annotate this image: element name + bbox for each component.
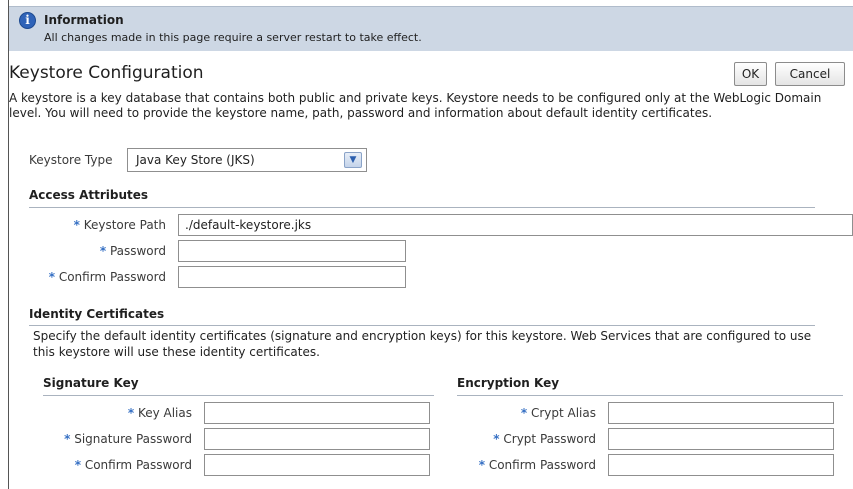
keystore-type-select[interactable]: Java Key Store (JKS) ▼ xyxy=(127,148,367,172)
key-alias-label: * Key Alias xyxy=(127,406,192,420)
confirm-password-input[interactable] xyxy=(178,266,406,288)
signature-confirm-password-input[interactable] xyxy=(204,454,430,476)
info-banner: i Information All changes made in this p… xyxy=(9,6,853,51)
password-label: * Password xyxy=(99,244,166,258)
signature-password-label: * Signature Password xyxy=(64,432,192,446)
password-input[interactable] xyxy=(178,240,406,262)
encryption-key-divider xyxy=(457,395,843,396)
signature-confirm-password-label: * Confirm Password xyxy=(74,458,192,472)
crypt-password-label: * Crypt Password xyxy=(493,432,596,446)
signature-password-input[interactable] xyxy=(204,428,430,450)
identity-certificates-heading: Identity Certificates xyxy=(29,307,165,321)
info-icon: i xyxy=(19,12,36,29)
required-marker: * xyxy=(48,270,55,284)
ok-button[interactable]: OK xyxy=(734,62,767,86)
page-title: Keystore Configuration xyxy=(9,63,204,83)
access-attributes-heading: Access Attributes xyxy=(29,188,149,202)
signature-key-heading: Signature Key xyxy=(43,376,139,390)
required-marker: * xyxy=(74,458,81,472)
keystore-path-label: * Keystore Path xyxy=(73,218,166,232)
required-marker: * xyxy=(99,244,107,258)
keystore-type-value: Java Key Store (JKS) xyxy=(136,153,255,167)
page-description: A keystore is a key database that contai… xyxy=(9,91,822,120)
key-alias-input[interactable] xyxy=(204,402,430,424)
encryption-key-heading: Encryption Key xyxy=(457,376,560,390)
access-attributes-divider xyxy=(29,207,815,208)
cancel-button[interactable]: Cancel xyxy=(775,62,845,86)
required-marker: * xyxy=(493,432,500,446)
identity-certificates-divider xyxy=(29,325,815,326)
signature-key-divider xyxy=(43,395,434,396)
crypt-alias-label: * Crypt Alias xyxy=(520,406,596,420)
confirm-password-label: * Confirm Password xyxy=(48,270,166,284)
keystore-path-input[interactable]: ./default-keystore.jks xyxy=(178,214,853,236)
required-marker: * xyxy=(520,406,528,420)
crypt-alias-input[interactable] xyxy=(608,402,834,424)
encryption-confirm-password-input[interactable] xyxy=(608,454,834,476)
chevron-down-icon[interactable]: ▼ xyxy=(344,152,362,168)
identity-certificates-description: Specify the default identity certificate… xyxy=(33,329,812,359)
encryption-confirm-password-label: * Confirm Password xyxy=(478,458,596,472)
required-marker: * xyxy=(73,218,80,232)
required-marker: * xyxy=(64,432,71,446)
required-marker: * xyxy=(127,406,135,420)
info-title: Information xyxy=(44,13,124,27)
keystore-type-label: Keystore Type xyxy=(29,153,113,167)
required-marker: * xyxy=(478,458,485,472)
crypt-password-input[interactable] xyxy=(608,428,834,450)
info-message: All changes made in this page require a … xyxy=(44,31,422,44)
